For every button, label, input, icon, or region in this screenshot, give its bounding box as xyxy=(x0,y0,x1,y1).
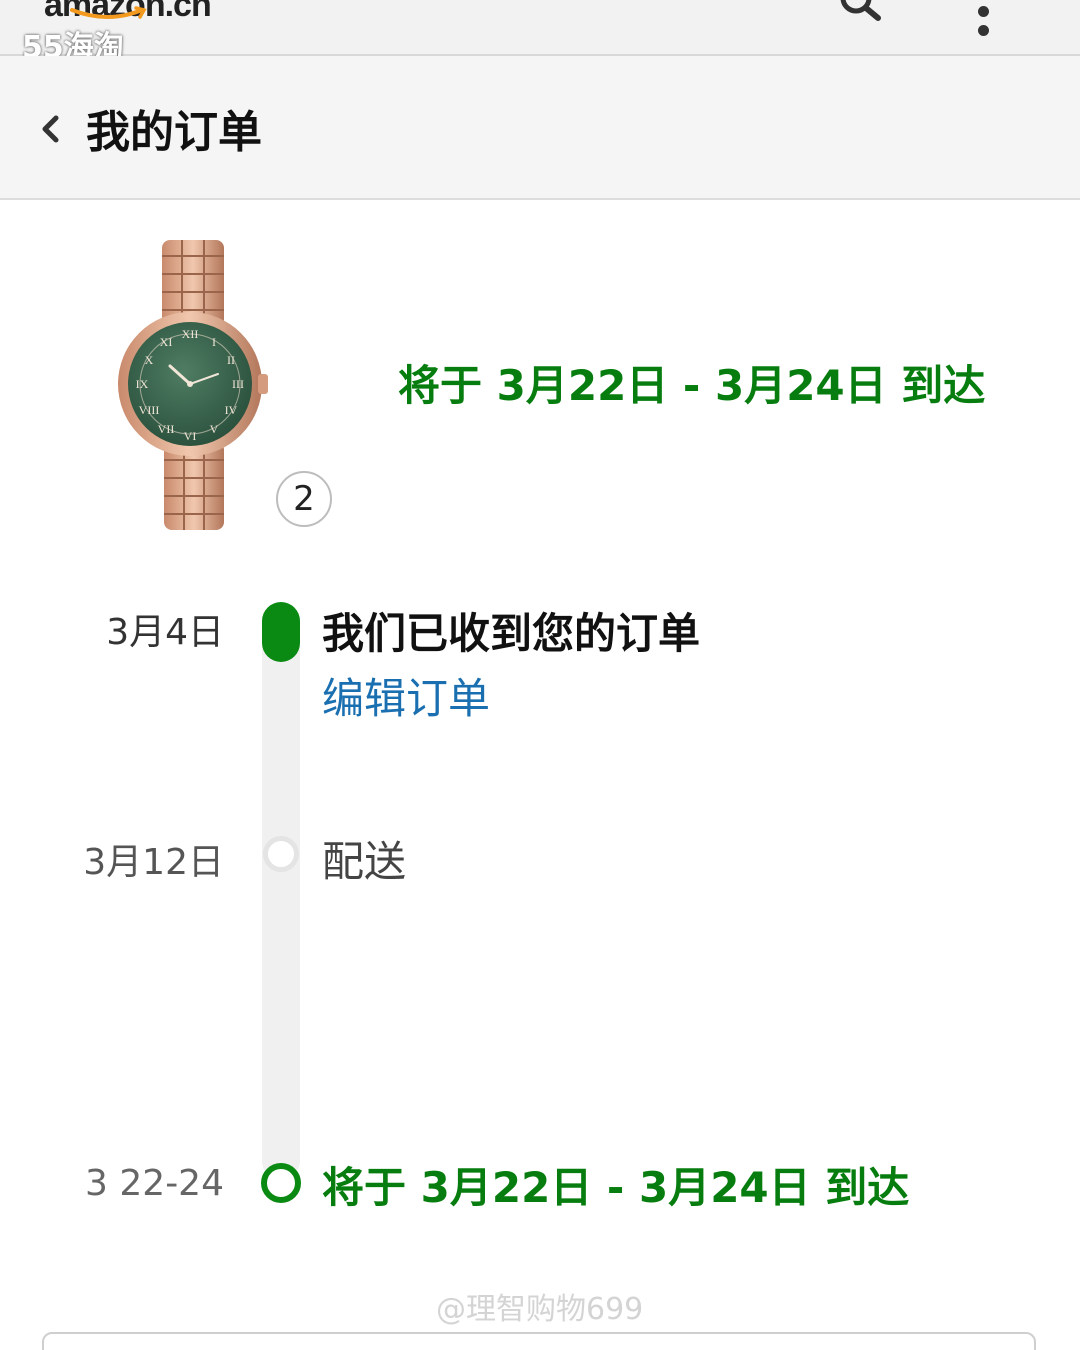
svg-text:XI: XI xyxy=(160,335,173,349)
quantity-badge: 2 xyxy=(276,471,332,527)
more-options-icon[interactable] xyxy=(978,2,1032,36)
svg-text:V: V xyxy=(210,422,219,436)
timeline-date: 3 22-24 xyxy=(85,1163,224,1204)
page-header: 我的订单 xyxy=(0,56,1080,200)
timeline-pending-dot xyxy=(263,836,299,872)
bottom-card xyxy=(42,1332,1036,1350)
timeline-step-title: 将于 3月22日 - 3月24日 到达 xyxy=(322,1163,910,1212)
svg-text:XII: XII xyxy=(182,327,199,341)
search-icon[interactable] xyxy=(838,0,882,24)
timeline-upcoming-dot xyxy=(261,1163,301,1203)
app-top-bar: amazon.cn 55海淘 xyxy=(0,0,1080,65)
amazon-smile-icon xyxy=(70,6,147,19)
order-tracking-page: amazon.cn 55海淘 我的订单 XII VI III IX I II I… xyxy=(0,0,1080,1350)
watermark-text: @理智购物699 xyxy=(436,1292,644,1327)
svg-text:IX: IX xyxy=(136,377,149,391)
svg-text:VI: VI xyxy=(184,429,197,443)
svg-text:III: III xyxy=(232,377,244,391)
page-title: 我的订单 xyxy=(86,107,262,158)
svg-text:I: I xyxy=(212,335,216,349)
timeline-date: 3月4日 xyxy=(106,612,224,653)
timeline-track xyxy=(262,620,300,1180)
timeline-step-title: 配送 xyxy=(322,837,407,886)
chevron-left-icon[interactable] xyxy=(38,110,64,148)
svg-text:VIII: VIII xyxy=(139,403,160,417)
svg-text:VII: VII xyxy=(158,422,175,436)
edit-order-link[interactable]: 编辑订单 xyxy=(322,665,490,726)
timeline-step-title: 我们已收到您的订单 xyxy=(322,609,701,658)
timeline-completed-dot xyxy=(262,602,300,662)
svg-text:II: II xyxy=(227,353,235,367)
svg-text:IV: IV xyxy=(225,403,238,417)
watch-product-image[interactable]: XIIVI IIIIX III IVV VIIVIII XXI xyxy=(100,234,280,534)
delivery-estimate-headline: 将于 3月22日 - 3月24日 到达 xyxy=(398,361,986,410)
timeline-date: 3月12日 xyxy=(83,842,224,883)
svg-text:X: X xyxy=(145,353,154,367)
